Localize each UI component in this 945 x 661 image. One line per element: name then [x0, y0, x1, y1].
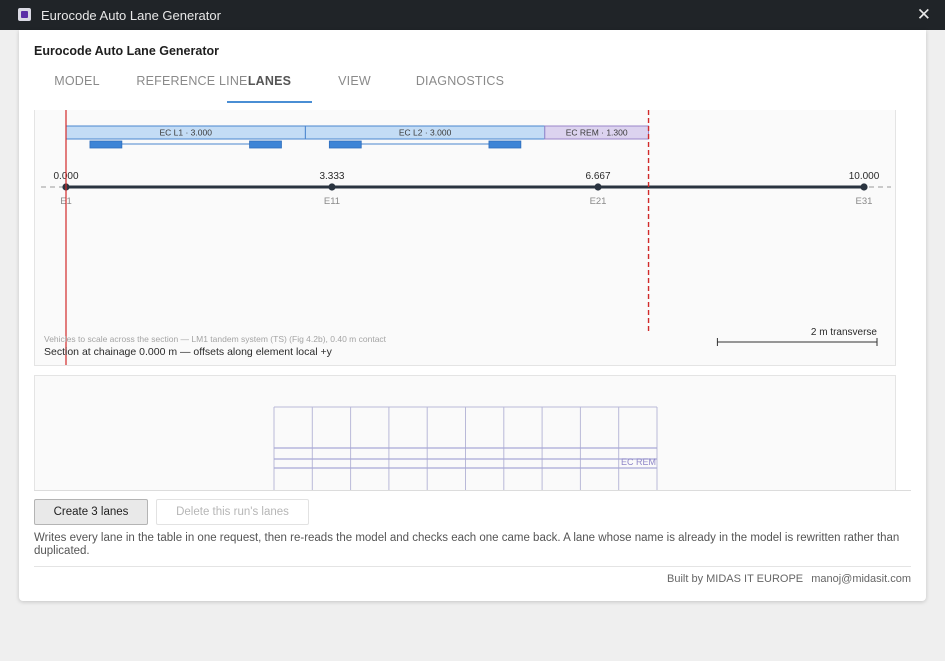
- footer-org: Built by MIDAS IT EUROPE: [667, 573, 804, 585]
- node-offset-label: 10.000: [849, 171, 880, 182]
- lane-label: EC REM · 1.300: [566, 128, 628, 138]
- section-node: [328, 183, 336, 191]
- node-element-label: E11: [324, 196, 340, 207]
- node-element-label: E31: [856, 196, 873, 207]
- plan-remainder-label: EC REM: [621, 457, 656, 467]
- node-offset-label: 3.333: [319, 171, 344, 182]
- plan-view: EC REM: [34, 375, 896, 491]
- delete-run-lanes-button[interactable]: Delete this run's lanes: [156, 499, 309, 525]
- footer-email[interactable]: manoj@midasit.com: [811, 573, 911, 585]
- title-bar: Eurocode Auto Lane Generator ✕: [0, 0, 945, 30]
- lane-label: EC L1 · 3.000: [159, 128, 212, 138]
- close-icon[interactable]: ✕: [917, 5, 931, 25]
- cross-section-drawing: EC L1 · 3.000 EC L2 · 3.000 EC REM · 1.300…: [41, 110, 891, 365]
- create-lanes-button[interactable]: Create 3 lanes: [34, 499, 148, 525]
- app-icon: [18, 8, 31, 21]
- tab-model[interactable]: MODEL: [35, 68, 119, 104]
- window-title: Eurocode Auto Lane Generator: [41, 8, 221, 23]
- section-node: [860, 183, 868, 191]
- plan-grid-drawing: EC REM: [273, 406, 658, 491]
- lane-label: EC L2 · 3.000: [399, 128, 452, 138]
- tab-diagnostics[interactable]: DIAGNOSTICS: [400, 68, 520, 104]
- main-panel: Eurocode Auto Lane Generator MODEL REFER…: [19, 30, 926, 601]
- chainage-caption: Section at chainage 0.000 m — offsets al…: [44, 346, 332, 358]
- cross-section-view: EC L1 · 3.000 EC L2 · 3.000 EC REM · 1.300…: [34, 110, 896, 366]
- vehicles-caption: Vehicles to scale across the section — L…: [44, 334, 387, 344]
- node-element-label: E21: [590, 196, 607, 207]
- section-node: [594, 183, 602, 191]
- scale-bar: 2 m transverse: [716, 327, 878, 346]
- divider: [34, 566, 911, 567]
- tandem-wheel: [328, 140, 362, 149]
- node-offset-label: 6.667: [586, 171, 611, 182]
- scale-bar-label: 2 m transverse: [811, 327, 878, 338]
- app-heading: Eurocode Auto Lane Generator: [34, 44, 219, 58]
- tab-lanes[interactable]: LANES: [227, 68, 312, 104]
- help-text: Writes every lane in the table in one re…: [34, 532, 900, 557]
- divider: [34, 490, 911, 491]
- tandem-wheel: [488, 140, 522, 149]
- tandem-wheel: [249, 140, 282, 149]
- tab-view[interactable]: VIEW: [317, 68, 392, 104]
- tandem-wheel: [89, 140, 123, 149]
- footer: Built by MIDAS IT EUROPE manoj@midasit.c…: [662, 573, 911, 585]
